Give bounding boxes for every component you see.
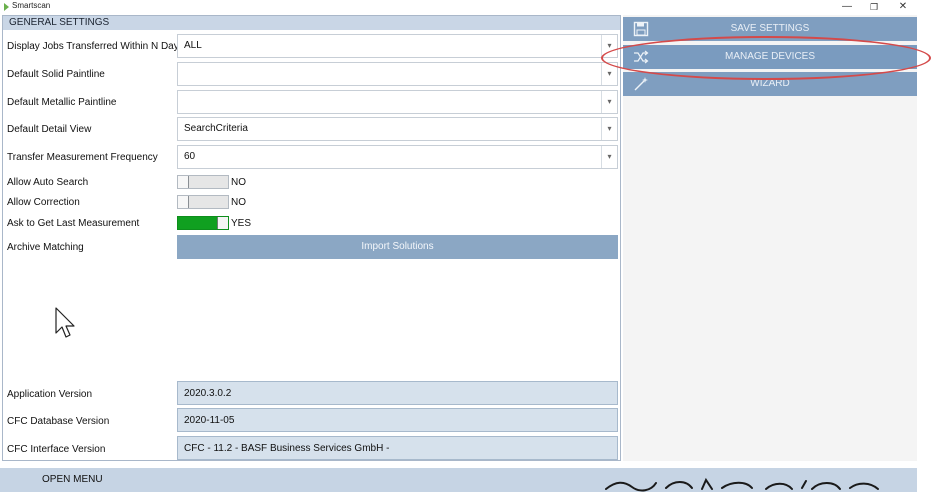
auto-search-state: NO [231,177,246,188]
interface-version-field: CFC - 11.2 - BASF Business Services GmbH… [177,436,618,460]
app-version-value: 2020.3.0.2 [184,388,232,399]
app-version-field: 2020.3.0.2 [177,381,618,405]
metallic-paintline-select[interactable]: ▾ [177,90,618,114]
annotation-highlight-ellipse [601,36,931,80]
auto-search-label: Allow Auto Search [7,177,89,188]
toggle-knob [178,196,189,208]
toggle-knob [217,217,228,229]
actions-panel: SAVE SETTINGS MANAGE DEVICES WIZARD [623,15,917,461]
mouse-pointer-icon [55,307,75,338]
restore-button[interactable]: ❐ [861,0,887,14]
last-measurement-label: Ask to Get Last Measurement [7,218,140,229]
interface-version-label: CFC Interface Version [7,444,106,455]
detail-view-select[interactable]: SearchCriteria ▾ [177,117,618,141]
chevron-down-icon[interactable]: ▾ [601,146,617,168]
correction-toggle[interactable] [177,195,229,209]
import-solutions-button[interactable]: Import Solutions [177,235,618,259]
close-button[interactable]: ✕ [890,0,916,14]
open-menu-button[interactable]: OPEN MENU [42,474,103,485]
toggle-knob [178,176,189,188]
archive-matching-label: Archive Matching [7,242,84,253]
detail-view-label: Default Detail View [7,124,92,135]
app-icon [4,3,9,11]
db-version-field: 2020-11-05 [177,408,618,432]
interface-version-value: CFC - 11.2 - BASF Business Services GmbH… [184,443,390,454]
window-title: Smartscan [12,1,51,10]
general-settings-panel: GENERAL SETTINGS Display Jobs Transferre… [2,15,621,461]
app-version-label: Application Version [7,389,93,400]
detail-view-value: SearchCriteria [184,123,248,134]
minimize-button[interactable]: — [834,0,860,14]
db-version-value: 2020-11-05 [184,415,235,426]
display-jobs-select[interactable]: ALL ▾ [177,34,618,58]
handwritten-annotation [605,477,879,492]
transfer-frequency-label: Transfer Measurement Frequency [7,152,158,163]
last-measurement-state: YES [231,218,252,229]
transfer-frequency-select[interactable]: 60 ▾ [177,145,618,169]
last-measurement-toggle[interactable] [177,216,229,230]
display-jobs-label: Display Jobs Transferred Within N Days [7,41,184,52]
display-jobs-value: ALL [184,40,202,51]
solid-paintline-label: Default Solid Paintline [7,69,105,80]
auto-search-toggle[interactable] [177,175,229,189]
metallic-paintline-label: Default Metallic Paintline [7,97,117,108]
panel-header: GENERAL SETTINGS [3,16,620,30]
panel-title: GENERAL SETTINGS [9,17,110,28]
chevron-down-icon[interactable]: ▾ [601,91,617,113]
correction-label: Allow Correction [7,197,80,208]
chevron-down-icon[interactable]: ▾ [601,118,617,140]
solid-paintline-select[interactable]: ▾ [177,62,618,86]
save-settings-label: SAVE SETTINGS [730,23,810,34]
title-bar: Smartscan — ❐ ✕ [0,0,932,14]
transfer-frequency-value: 60 [184,151,196,162]
db-version-label: CFC Database Version [7,416,110,427]
correction-state: NO [231,197,246,208]
